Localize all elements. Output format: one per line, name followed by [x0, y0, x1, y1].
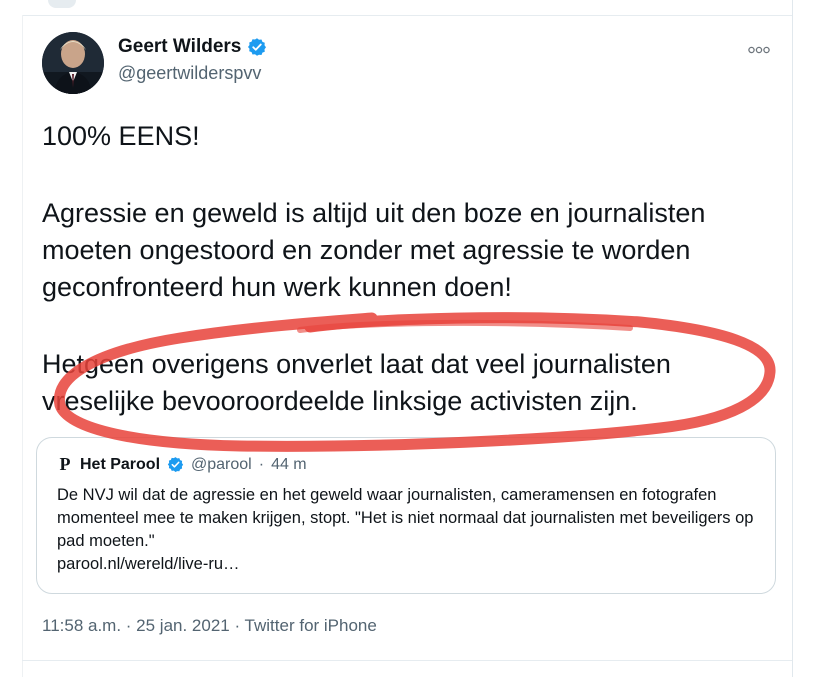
- quoted-tweet-header: P Het Parool @parool · 44 m: [57, 454, 307, 475]
- quoted-tweet-card[interactable]: P Het Parool @parool · 44 m De NVJ wil d…: [36, 437, 776, 594]
- tweet-paragraph: 100% EENS!: [42, 121, 200, 151]
- divider-right: [792, 0, 793, 677]
- author-name[interactable]: Geert Wilders: [118, 36, 241, 58]
- quoted-author-handle: @parool: [191, 455, 252, 473]
- quoted-separator: ·: [258, 455, 265, 473]
- avatar-image: [42, 32, 104, 94]
- parool-logo-icon: P: [59, 454, 71, 474]
- quoted-text-body: De NVJ wil dat de agressie en het geweld…: [57, 486, 754, 550]
- avatar[interactable]: [42, 32, 104, 94]
- divider-bottom: [22, 660, 792, 661]
- verified-badge-icon: [248, 38, 267, 56]
- tweet-timestamp[interactable]: 11:58 a.m. · 25 jan. 2021 · Twitter for …: [42, 616, 377, 636]
- quoted-author-name: Het Parool: [80, 455, 161, 473]
- tweet-paragraph: Agressie en geweld is altijd uit den boz…: [42, 198, 706, 302]
- author-handle[interactable]: @geertwilderspvv: [118, 63, 267, 84]
- divider-left: [22, 15, 23, 677]
- tweet-paragraph: Hetgeen overigens onverlet laat dat veel…: [42, 349, 671, 416]
- more-icon[interactable]: [748, 38, 770, 59]
- quoted-time: 44 m: [271, 455, 307, 473]
- divider-top: [22, 15, 792, 16]
- quoted-verified-badge-icon: [167, 457, 184, 472]
- quoted-link[interactable]: parool.nl/wereld/live-ru…: [57, 555, 240, 573]
- top-divider-bump: [48, 0, 76, 8]
- tweet-header: Geert Wilders @geertwilderspvv: [118, 36, 267, 84]
- more-dots-icon: [748, 46, 770, 54]
- quoted-tweet-text: De NVJ wil dat de agressie en het geweld…: [57, 484, 757, 576]
